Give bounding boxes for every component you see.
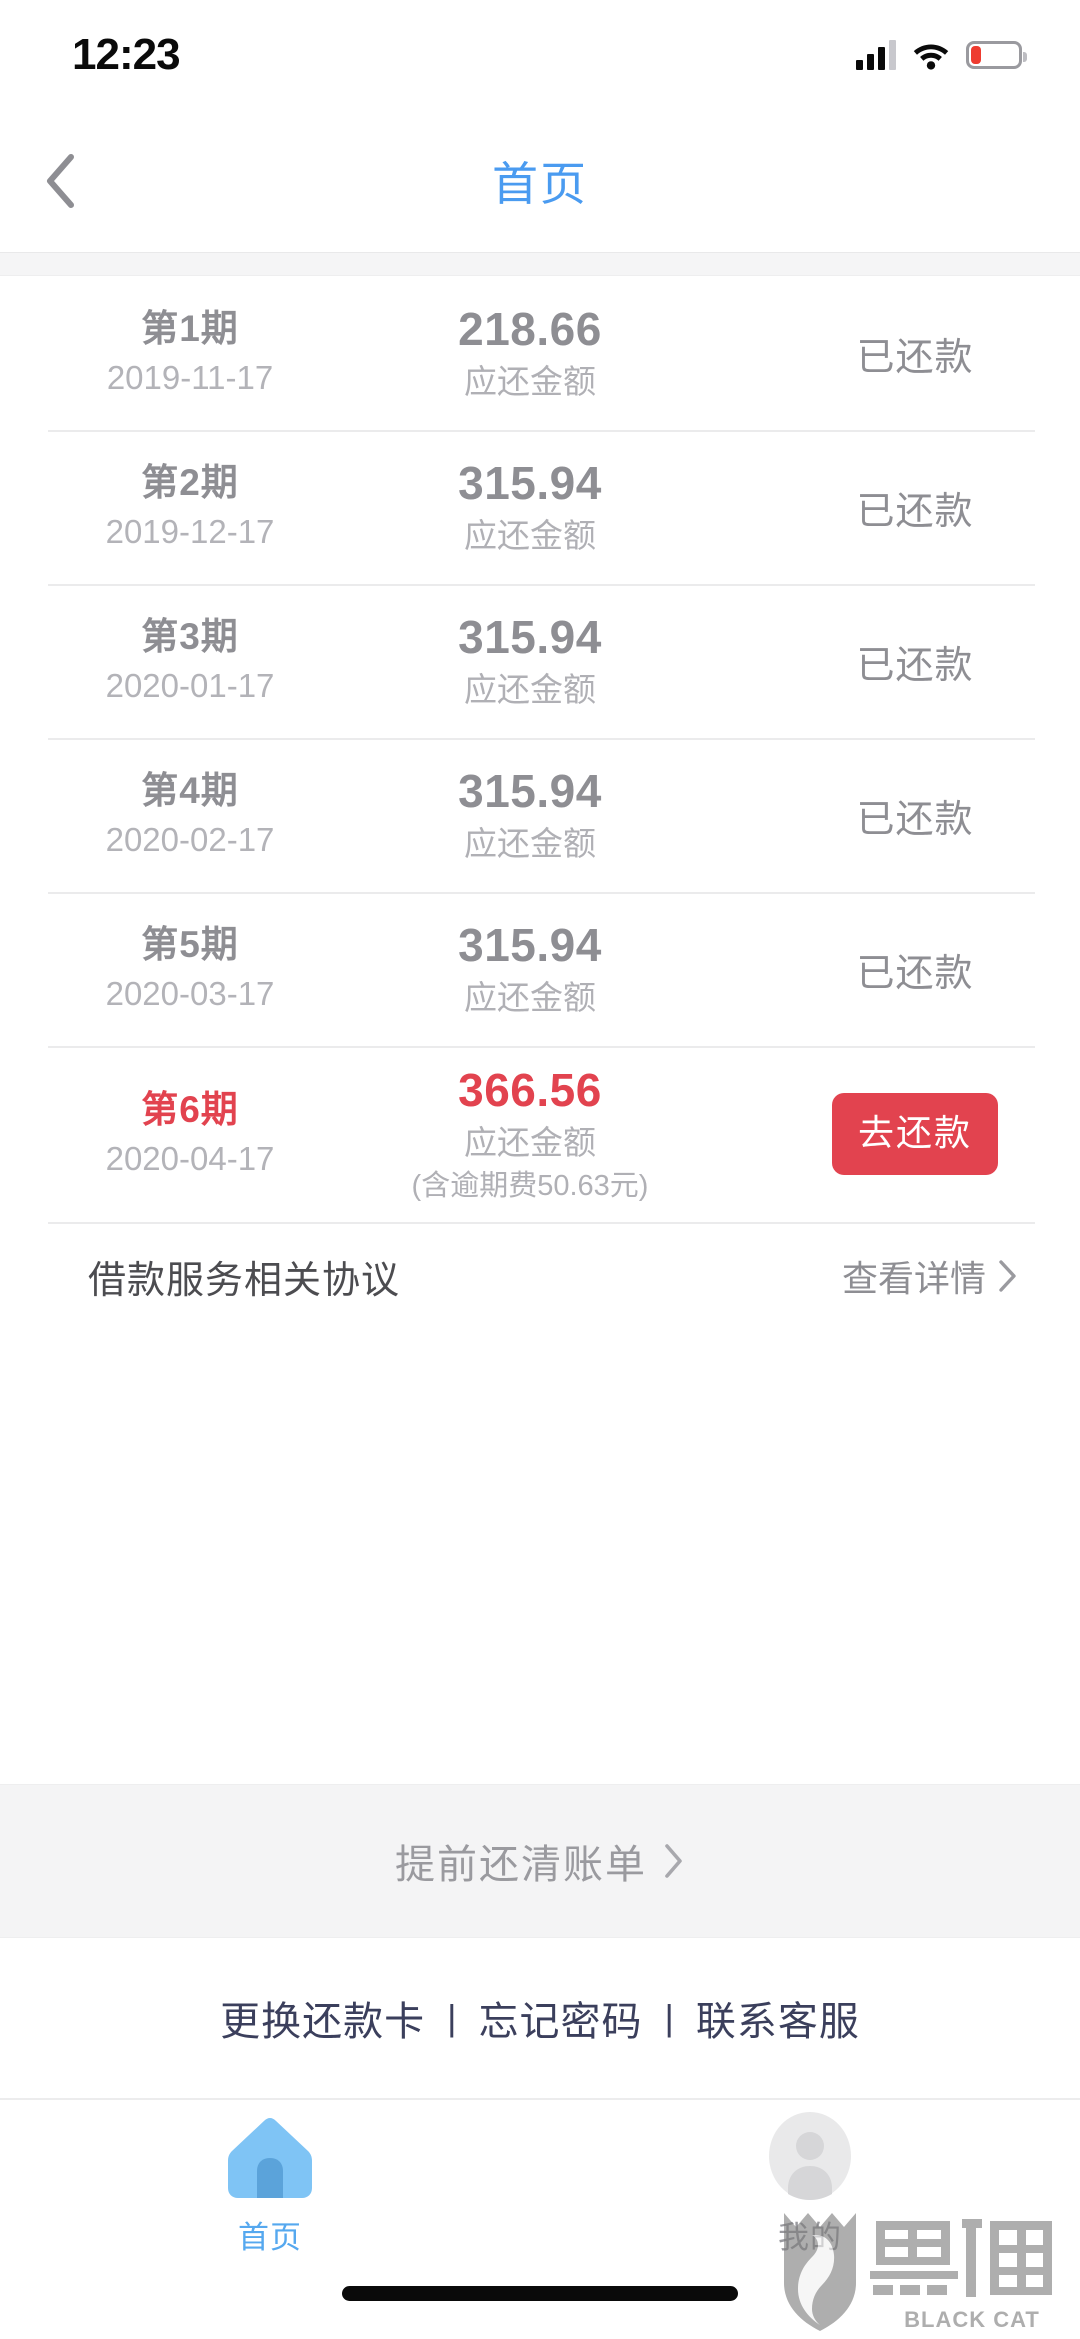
due-date: 2020-02-17 bbox=[105, 821, 275, 859]
due-date: 2019-11-17 bbox=[106, 359, 274, 397]
contact-support-link[interactable]: 联系客服 bbox=[696, 1989, 860, 2047]
period-label: 第1期 bbox=[141, 308, 239, 350]
nav-header: 首页 bbox=[0, 110, 1080, 252]
home-indicator[interactable] bbox=[342, 2286, 738, 2301]
amount-caption: 应还金额 bbox=[464, 825, 596, 863]
status-bar: 12:23 bbox=[0, 0, 1080, 110]
status-bar-time: 12:23 bbox=[72, 30, 181, 79]
status-badge: 已还款 bbox=[856, 336, 974, 379]
amount-cell: 218.66 应还金额 bbox=[330, 301, 730, 405]
period-label: 第4期 bbox=[141, 770, 239, 812]
forgot-password-link[interactable]: 忘记密码 bbox=[479, 1989, 643, 2047]
amount-caption: 应还金额 bbox=[464, 1124, 596, 1162]
battery-low-icon bbox=[966, 41, 1027, 69]
status-cell: 已还款 bbox=[750, 326, 1080, 381]
amount-cell: 315.94 应还金额 bbox=[330, 763, 730, 867]
amount-cell: 315.94 应还金额 bbox=[330, 917, 730, 1021]
view-details-action[interactable]: 查看详情 bbox=[842, 1250, 1018, 1302]
installment-list: 第1期 2019-11-17 218.66 应还金额 已还款 第2期 2019-… bbox=[0, 276, 1080, 1330]
tab-profile-label: 我的 bbox=[778, 2219, 842, 2255]
due-date: 2020-01-17 bbox=[105, 667, 275, 705]
repay-button[interactable]: 去还款 bbox=[831, 1093, 998, 1175]
user-avatar-icon bbox=[769, 2111, 851, 2200]
table-row-overdue[interactable]: 第6期 2020-04-17 366.56 应还金额 (含逾期费50.63元) … bbox=[0, 1046, 1080, 1222]
bottom-tab-bar: 首页 我的 bbox=[0, 2098, 1080, 2268]
due-date: 2019-12-17 bbox=[105, 513, 275, 551]
status-cell: 已还款 bbox=[750, 942, 1080, 997]
early-payoff-button[interactable]: 提前还清账单 bbox=[0, 1784, 1080, 1938]
watermark-en-text: BLACK CAT bbox=[904, 2307, 1040, 2332]
tab-home[interactable]: 首页 bbox=[0, 2100, 540, 2268]
amount-caption: 应还金额 bbox=[464, 517, 596, 555]
wifi-icon bbox=[913, 44, 949, 70]
period-label: 第5期 bbox=[141, 924, 239, 966]
table-row[interactable]: 第2期 2019-12-17 315.94 应还金额 已还款 bbox=[0, 430, 1080, 584]
page-title: 首页 bbox=[492, 158, 588, 210]
back-chevron-icon bbox=[47, 154, 74, 208]
table-row[interactable]: 第5期 2020-03-17 315.94 应还金额 已还款 bbox=[0, 892, 1080, 1046]
period-cell: 第1期 2019-11-17 bbox=[0, 305, 380, 401]
header-divider-band bbox=[0, 252, 1080, 276]
footer-separator: | bbox=[664, 1997, 674, 2038]
amount-value: 315.94 bbox=[458, 919, 602, 972]
amount-caption: 应还金额 bbox=[464, 363, 596, 401]
amount-value: 315.94 bbox=[458, 457, 602, 510]
due-date: 2020-04-17 bbox=[105, 1140, 275, 1178]
home-icon bbox=[228, 2117, 312, 2198]
period-cell: 第3期 2020-01-17 bbox=[0, 613, 380, 709]
status-cell: 已还款 bbox=[750, 788, 1080, 843]
status-cell: 去还款 bbox=[750, 1093, 1080, 1175]
change-repayment-card-link[interactable]: 更换还款卡 bbox=[220, 1989, 425, 2047]
tab-profile[interactable]: 我的 bbox=[540, 2100, 1080, 2268]
amount-caption: 应还金额 bbox=[464, 979, 596, 1017]
period-cell: 第4期 2020-02-17 bbox=[0, 767, 380, 863]
chevron-right-icon bbox=[999, 1260, 1016, 1292]
status-badge: 已还款 bbox=[856, 798, 974, 841]
amount-cell: 315.94 应还金额 bbox=[330, 609, 730, 713]
table-row[interactable]: 第4期 2020-02-17 315.94 应还金额 已还款 bbox=[0, 738, 1080, 892]
back-button[interactable] bbox=[22, 143, 98, 219]
amount-cell: 366.56 应还金额 (含逾期费50.63元) bbox=[330, 1062, 730, 1205]
table-row[interactable]: 第3期 2020-01-17 315.94 应还金额 已还款 bbox=[0, 584, 1080, 738]
status-bar-indicators bbox=[856, 40, 1027, 70]
agreement-row[interactable]: 借款服务相关协议 查看详情 bbox=[0, 1222, 1080, 1330]
footer-links: 更换还款卡 | 忘记密码 | 联系客服 bbox=[0, 1938, 1080, 2098]
status-badge: 已还款 bbox=[856, 644, 974, 687]
early-payoff-label: 提前还清账单 bbox=[395, 1843, 647, 1887]
agreement-label: 借款服务相关协议 bbox=[88, 1259, 401, 1302]
period-label: 第2期 bbox=[141, 462, 239, 504]
footer-separator: | bbox=[447, 1997, 457, 2038]
period-label: 第6期 bbox=[141, 1089, 239, 1131]
cellular-signal-icon bbox=[856, 40, 896, 70]
period-cell: 第6期 2020-04-17 bbox=[0, 1086, 380, 1182]
period-cell: 第2期 2019-12-17 bbox=[0, 459, 380, 555]
period-cell: 第5期 2020-03-17 bbox=[0, 921, 380, 1017]
amount-value: 218.66 bbox=[458, 303, 602, 356]
overdue-fee-note: (含逾期费50.63元) bbox=[411, 1169, 649, 1202]
amount-value: 366.56 bbox=[458, 1064, 602, 1117]
tab-home-label: 首页 bbox=[238, 2219, 302, 2255]
due-date: 2020-03-17 bbox=[105, 975, 275, 1013]
amount-caption: 应还金额 bbox=[464, 671, 596, 709]
amount-value: 315.94 bbox=[458, 765, 602, 818]
amount-cell: 315.94 应还金额 bbox=[330, 455, 730, 559]
amount-value: 315.94 bbox=[458, 611, 602, 664]
chevron-right-icon bbox=[665, 1844, 682, 1878]
status-cell: 已还款 bbox=[750, 634, 1080, 689]
status-badge: 已还款 bbox=[856, 490, 974, 533]
status-cell: 已还款 bbox=[750, 480, 1080, 535]
table-row[interactable]: 第1期 2019-11-17 218.66 应还金额 已还款 bbox=[0, 276, 1080, 430]
status-badge: 已还款 bbox=[856, 952, 974, 995]
phone-screen: 12:23 首页 第1期 2019-11-17 218.66 应还金额 已还款 … bbox=[0, 0, 1080, 2339]
view-details-label: 查看详情 bbox=[841, 1258, 986, 1299]
period-label: 第3期 bbox=[141, 616, 239, 658]
